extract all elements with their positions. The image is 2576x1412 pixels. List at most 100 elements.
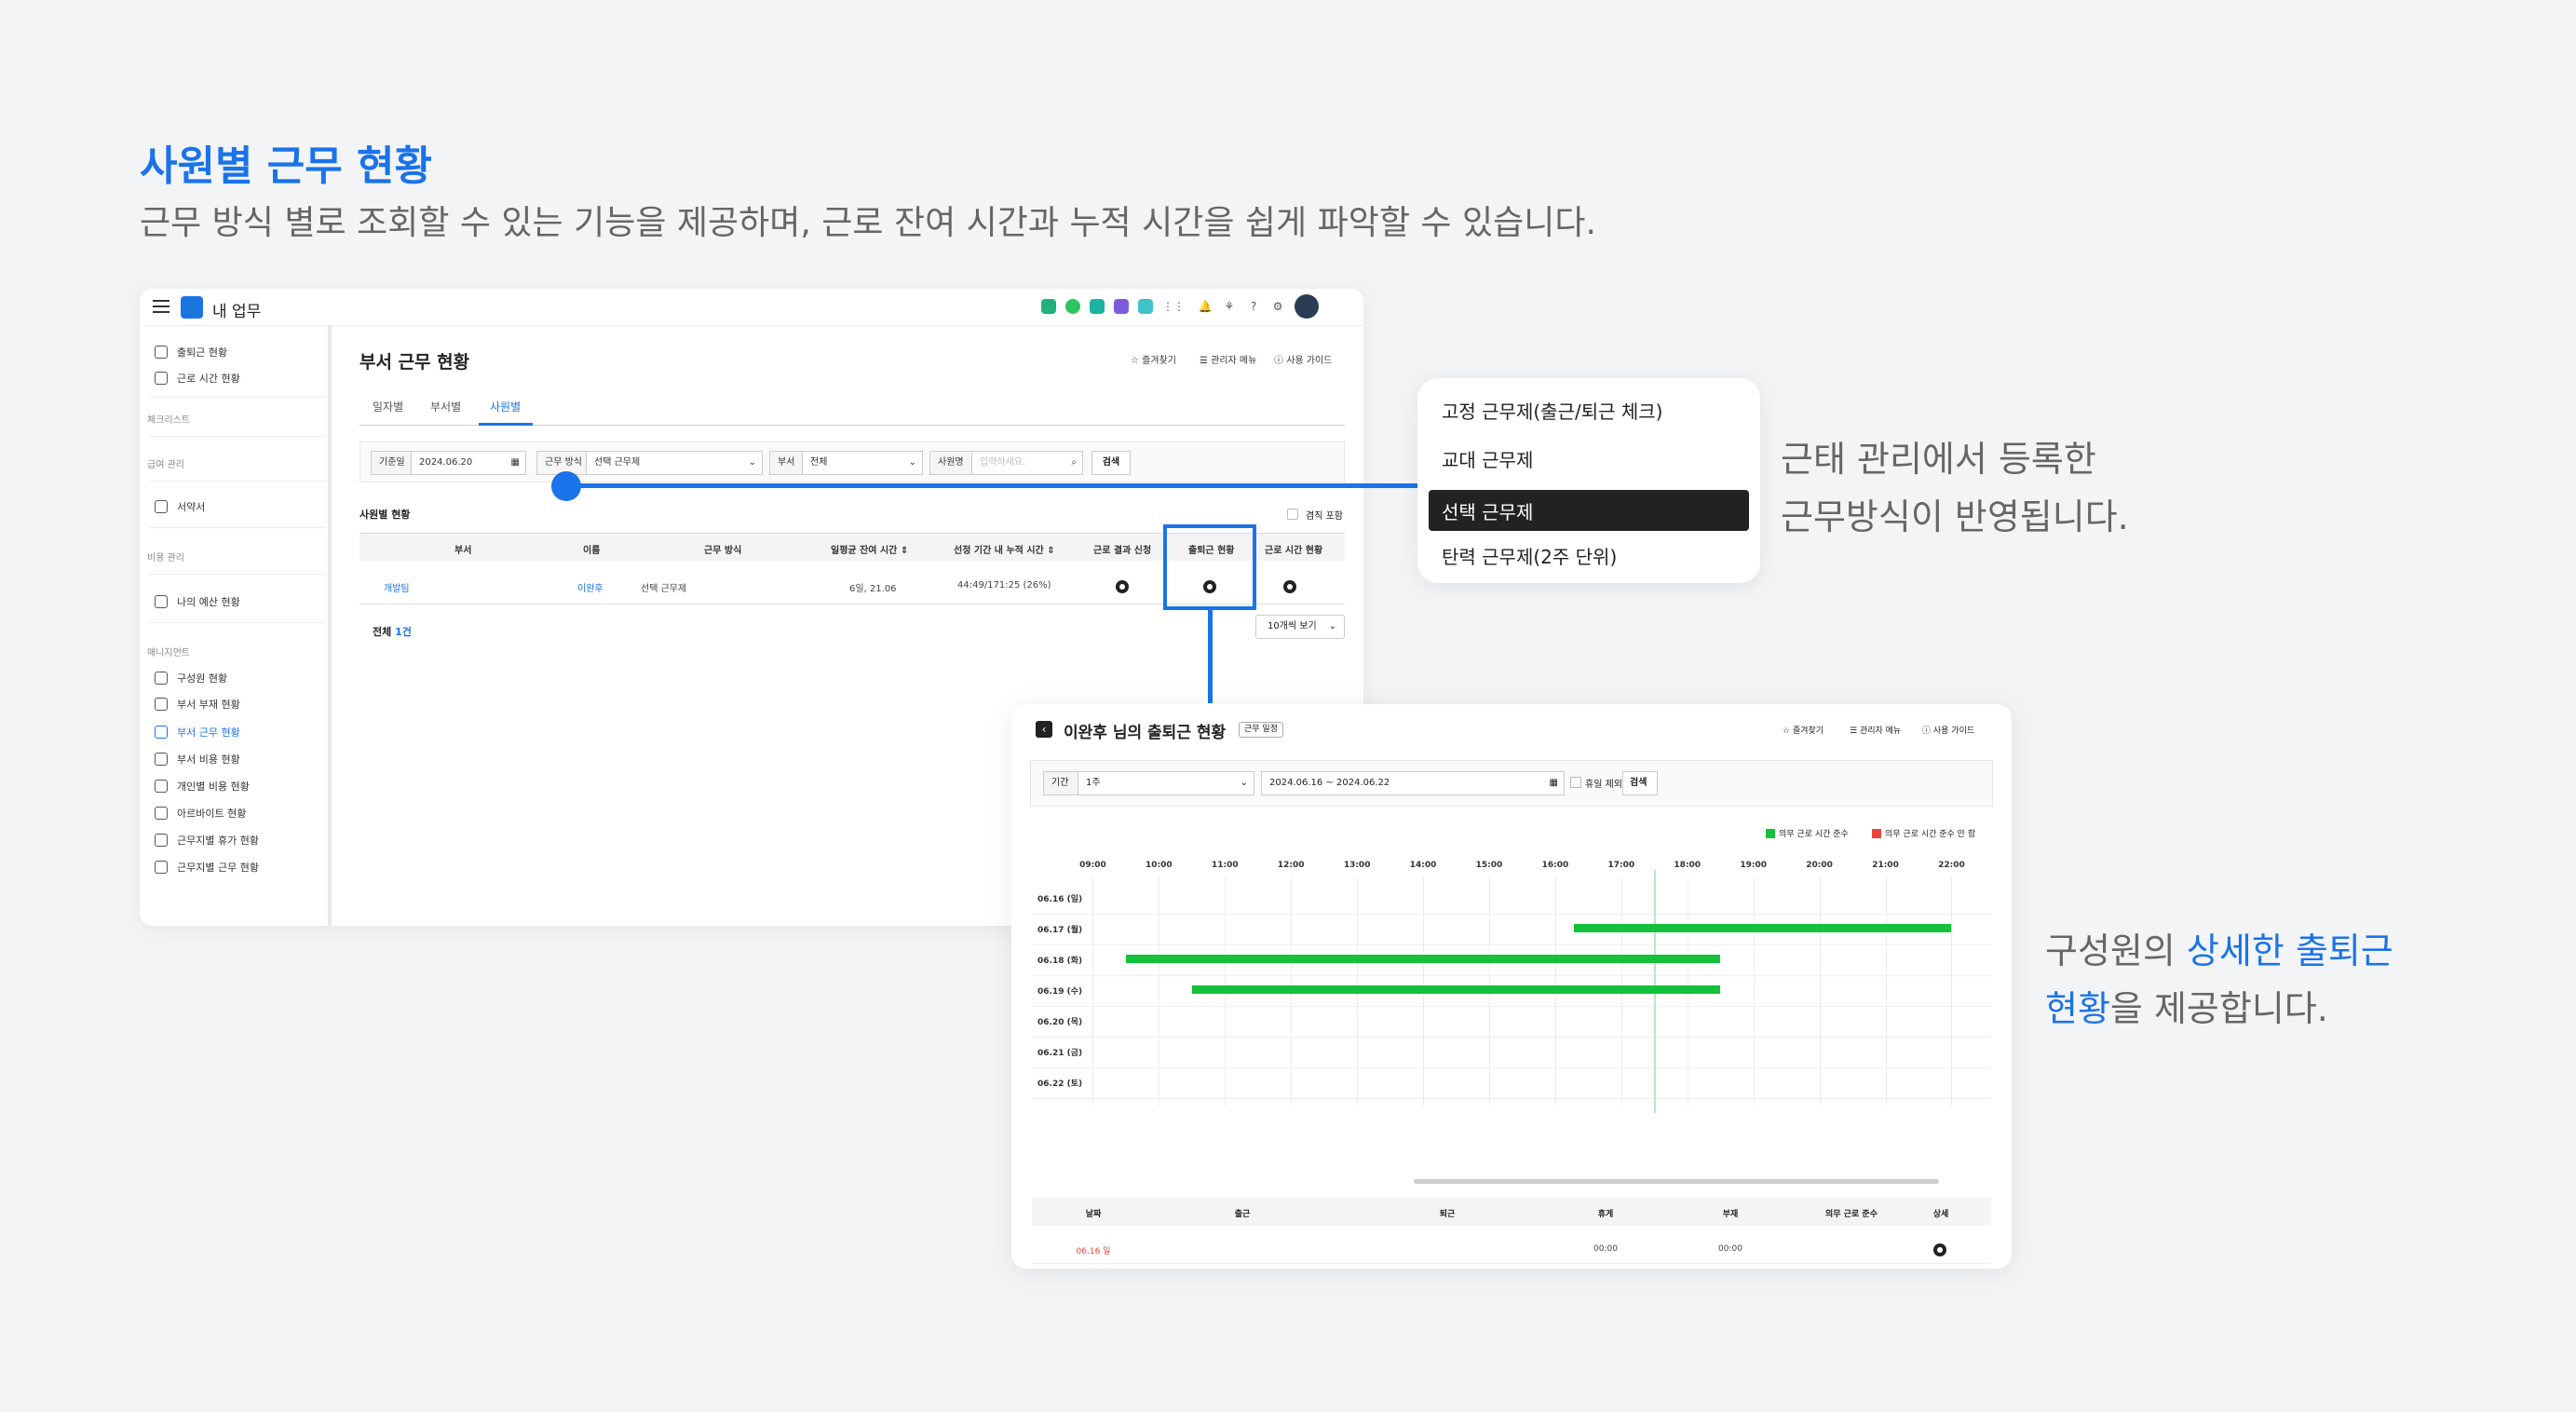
clipboard-icon (155, 726, 168, 739)
sidebar-item-attendance[interactable]: 출퇴근 현황 (155, 345, 227, 360)
tab-by-dept[interactable]: 부서별 (430, 399, 461, 414)
tab-active-indicator (479, 423, 533, 426)
favorites-link[interactable]: ☆ 즐겨찾기 (1131, 352, 1176, 366)
org-icon[interactable]: ⚘ (1222, 299, 1237, 314)
holiday-checkbox[interactable] (1570, 777, 1581, 788)
row-away: 00:00 (1718, 1244, 1742, 1254)
attendance-column-highlight (1163, 524, 1256, 610)
option-selective[interactable]: 선택 근무제 (1442, 497, 1533, 524)
apps-icon[interactable]: ⋮⋮ (1162, 299, 1185, 314)
avatar[interactable] (1295, 294, 1319, 319)
grid-app-icon[interactable] (1041, 299, 1056, 314)
sidebar-section-checklist[interactable]: 체크리스트 (147, 412, 190, 426)
option-shift[interactable]: 교대 근무제 (1442, 445, 1533, 472)
date-label: 기준일 (371, 451, 412, 475)
date-input[interactable]: 2024.06.20 ▦ (411, 451, 526, 475)
period-select[interactable]: 1주 ⌄ (1078, 771, 1254, 795)
sidebar-item-part-time[interactable]: 아르바이트 현황 (155, 806, 246, 821)
legend-compliant: 의무 근로 시간 준수 (1766, 827, 1849, 839)
card-icon (155, 780, 168, 793)
pen-icon (155, 500, 168, 513)
employee-attendance-window: ‹ 이완후 님의 출퇴근 현황 근무 일정 ☆ 즐겨찾기 ☰ 관리자 메뉴 ⓘ … (1011, 704, 2012, 1269)
col-avg-remaining[interactable]: 일평균 잔여 시간 ⇕ (831, 542, 908, 556)
tab-by-date[interactable]: 일자별 (373, 399, 403, 414)
x-tick-label: 14:00 (1409, 861, 1437, 870)
sidebar-item-pledge[interactable]: 서약서 (155, 499, 205, 514)
grid-line-horizontal (1032, 1037, 1991, 1038)
row-label: 06.18 (화) (1037, 957, 1083, 966)
col-out: 퇴근 (1439, 1210, 1456, 1219)
sidebar-item-site-work[interactable]: 근무지별 근무 현황 (155, 860, 259, 875)
grid-line-vertical (1951, 877, 1953, 1106)
x-tick-label: 18:00 (1674, 861, 1702, 870)
sidebar-item-dept-cost[interactable]: 부서 비용 현황 (155, 752, 240, 767)
x-tick-label: 21:00 (1872, 861, 1899, 870)
admin-menu-link[interactable]: ☰ 관리자 메뉴 (1200, 352, 1256, 366)
sidebar-section-cost[interactable]: 비용 관리 (147, 550, 184, 563)
sidebar-item-dept-work[interactable]: 부서 근무 현황 (155, 725, 240, 740)
chevron-down-icon: ⌄ (908, 457, 916, 468)
connector-line (1208, 610, 1213, 703)
calendar-icon[interactable] (1114, 299, 1129, 314)
sidebar-section-pay[interactable]: 급여 관리 (147, 456, 184, 470)
search-button[interactable]: 검색 (1622, 771, 1658, 795)
option-fixed[interactable]: 고정 근무제(출근/퇴근 체크) (1442, 397, 1662, 424)
chat-icon[interactable] (1065, 299, 1080, 314)
view-work-hours-icon[interactable] (1283, 580, 1296, 593)
absence-icon (155, 698, 168, 711)
tab-by-employee[interactable]: 사원별 (490, 399, 521, 414)
row-rest: 00:00 (1593, 1244, 1618, 1254)
x-tick-label: 15:00 (1475, 861, 1503, 870)
my-work-app-icon: 👤 (181, 296, 203, 319)
search-button[interactable]: 검색 (1091, 451, 1131, 475)
view-result-icon[interactable] (1116, 580, 1129, 593)
option-flexible[interactable]: 탄력 근무제(2주 단위) (1442, 542, 1617, 569)
chevron-down-icon: ⌄ (748, 457, 756, 468)
work-mode-select[interactable]: 선택 근무제 ⌄ (586, 451, 763, 475)
sidebar-item-work-hours[interactable]: 근로 시간 현황 (155, 371, 240, 386)
sidebar-section-management[interactable]: 매니지먼트 (147, 645, 190, 658)
sidebar-item-personal-cost[interactable]: 개인별 비용 현황 (155, 779, 250, 794)
dept-label: 부서 (769, 451, 803, 475)
work-schedule-badge[interactable]: 근무 일정 (1239, 722, 1283, 738)
page-size-select[interactable]: 10개씩 보기 ⌄ (1255, 615, 1345, 639)
attendance-bar (1573, 924, 1952, 932)
row-mode: 선택 근무제 (641, 584, 687, 594)
chart-scrollbar[interactable] (1414, 1179, 1939, 1184)
include-checkbox[interactable] (1287, 509, 1298, 520)
row-dept[interactable]: 개발팀 (384, 580, 410, 594)
chevron-down-icon: ⌄ (1240, 778, 1248, 788)
help-icon[interactable]: ? (1246, 299, 1261, 314)
cube-icon[interactable] (1138, 299, 1153, 314)
chevron-down-icon: ⌄ (1328, 621, 1336, 631)
sidebar-item-members[interactable]: 구성원 현황 (155, 671, 227, 686)
user-guide-link[interactable]: ⓘ 사용 가이드 (1274, 352, 1332, 366)
grid-line-vertical (1092, 877, 1094, 1106)
grid-line-horizontal (1032, 914, 1991, 915)
admin-menu-link[interactable]: ☰ 관리자 메뉴 (1850, 724, 1901, 736)
col-accumulated[interactable]: 선정 기간 내 누적 시간 ⇕ (954, 542, 1055, 556)
menu-icon[interactable] (153, 300, 169, 313)
row-label: 06.19 (수) (1037, 987, 1083, 997)
dept-select[interactable]: 전체 ⌄ (802, 451, 923, 475)
x-tick-label: 13:00 (1343, 861, 1371, 870)
row-name[interactable]: 이완후 (577, 580, 603, 594)
sidebar-item-dept-absence[interactable]: 부서 부재 현황 (155, 697, 240, 712)
caption-attendance-detail: 구성원의 상세한 출퇴근 현황을 제공합니다. (2045, 930, 2393, 1029)
employee-input[interactable]: 입력하세요. ⌕ (971, 451, 1083, 475)
date-range-input[interactable]: 2024.06.16 ~ 2024.06.22 ▦ (1261, 771, 1565, 795)
settings-icon[interactable]: ⚙ (1270, 299, 1285, 314)
sidebar-item-my-budget[interactable]: 나의 예산 현황 (155, 594, 240, 609)
col-dept: 부서 (454, 546, 472, 556)
row-label: 06.21 (금) (1037, 1049, 1083, 1058)
detail-icon[interactable] (1933, 1243, 1946, 1256)
user-guide-link[interactable]: ⓘ 사용 가이드 (1922, 724, 1974, 736)
mail-icon[interactable] (1090, 299, 1105, 314)
favorites-link[interactable]: ☆ 즐겨찾기 (1783, 724, 1824, 736)
back-icon[interactable]: ‹ (1036, 721, 1052, 738)
bell-icon[interactable]: 🔔 (1198, 299, 1213, 314)
sidebar-item-site-vacation[interactable]: 근무지별 휴가 현황 (155, 833, 259, 848)
include-checkbox-label: 겸직 포함 (1306, 511, 1343, 522)
col-date: 날짜 (1085, 1210, 1102, 1219)
money-icon (155, 753, 168, 766)
